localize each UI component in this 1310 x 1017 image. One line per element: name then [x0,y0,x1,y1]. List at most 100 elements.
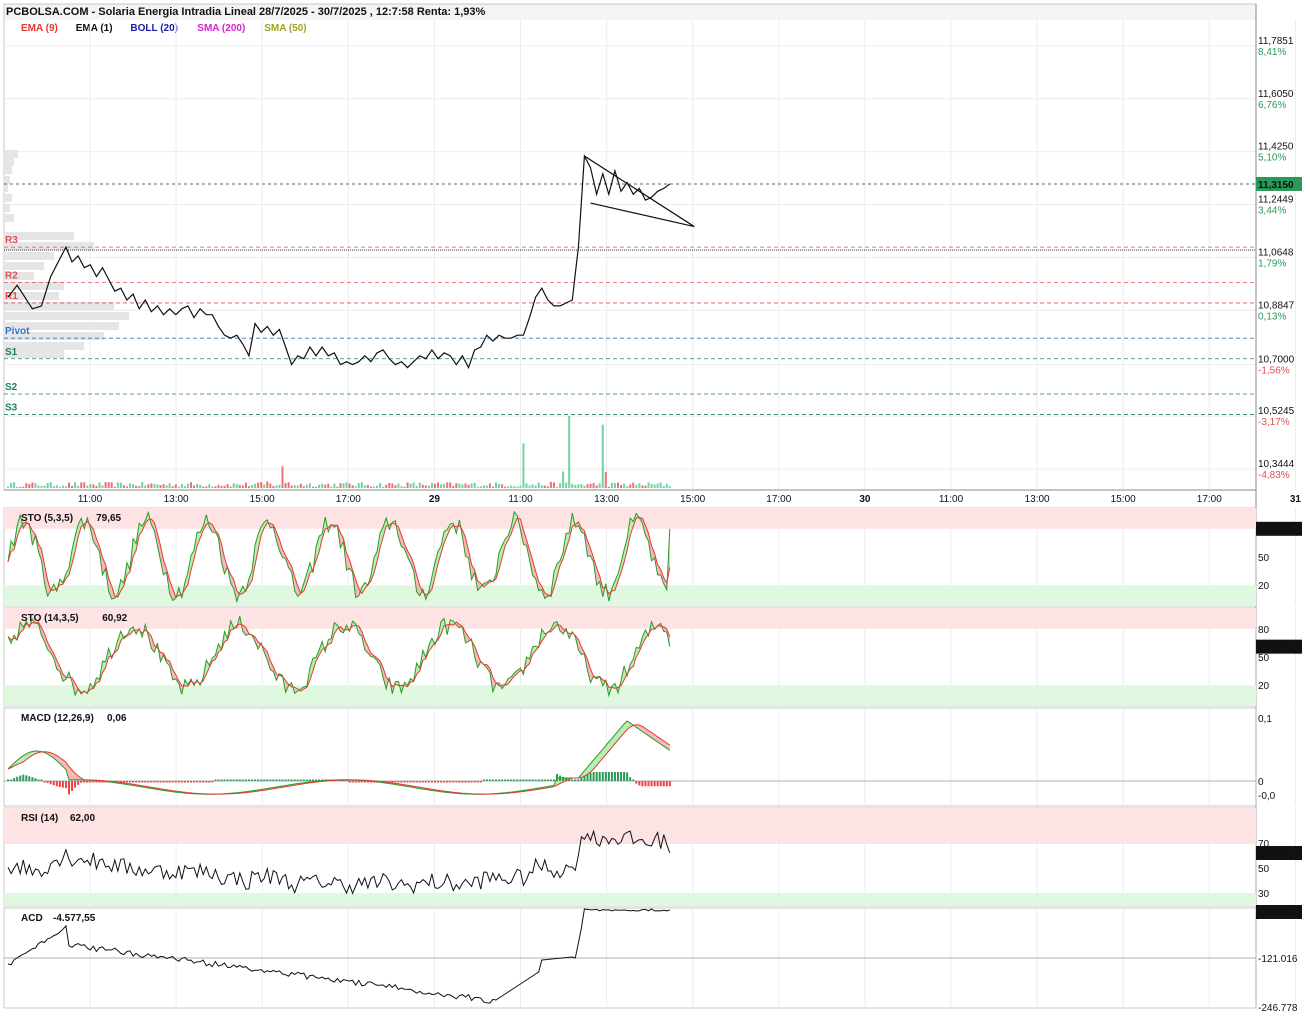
volume-bar [468,485,470,488]
y-axis: 11,78518,41%11,60506,76%11,42505,10%11,2… [1258,36,1295,481]
volume-bar [352,485,354,488]
volume-bar [221,486,223,488]
volume-bar [10,483,12,488]
volume-bar [263,484,265,488]
macd-histogram-bar [538,780,540,782]
x-tick-label: 13:00 [164,494,189,505]
volume-bar [254,484,256,488]
volume-bar [364,485,366,488]
volume-bar [153,484,155,488]
volume-bar [227,484,229,488]
volume-bar [394,485,396,488]
macd-histogram-bar [495,780,497,782]
macd-histogram-bar [425,781,427,783]
macd-histogram-bar [303,780,305,782]
volume-bar [510,486,512,488]
volume-bar [504,487,506,488]
macd-histogram-bar [510,780,512,782]
volume-bar [92,484,94,488]
volume-bar [410,484,412,488]
volume-bar [297,486,299,488]
macd-histogram-bar [504,780,506,782]
macd-histogram-bar [150,781,152,783]
stock-chart[interactable]: PCBOLSA.COM - Solaria Energia Intradia L… [0,0,1310,1012]
volume-bar [300,484,302,488]
level-label: 0,1 [1258,714,1272,725]
volume-bar [617,483,619,488]
x-tick-label: 13:00 [594,494,619,505]
y-tick-pct: 3,44% [1258,206,1286,217]
volume-bar [376,486,378,488]
volume-bar [77,486,79,488]
y-tick-label: 10,5245 [1258,406,1295,417]
volume-bar [483,485,485,488]
volume-bar [574,485,576,488]
y-tick-pct: -3,17% [1258,417,1290,428]
volume-bar [208,484,210,488]
macd-histogram-bar [407,781,409,783]
macd-histogram-bar [428,781,430,783]
volume-bar [638,483,640,488]
volume-bar [388,483,390,488]
volume-bar [114,487,116,488]
legend-item: SMA (50) [264,23,306,34]
volume-bar [303,486,305,488]
y-tick-pct: -4,83% [1258,470,1290,481]
volume-bar [150,483,152,488]
macd-histogram-bar [577,780,579,782]
volume-bar [608,487,610,488]
macd-histogram-bar [25,775,27,781]
volume-bar [199,485,201,488]
volume-bar [230,487,232,488]
volume-bar [480,486,482,488]
volume-bar [532,484,534,488]
macd-histogram-bar [56,781,58,786]
macd-histogram-bar [486,780,488,782]
legend-item: BOLL (20) [130,23,178,34]
macd-histogram-bar [550,780,552,782]
macd-histogram-bar [355,781,357,783]
volume-bar [538,483,540,488]
volume-bar [282,466,284,488]
macd-histogram-bar [516,780,518,782]
y-tick-pct: 1,79% [1258,258,1286,269]
volume-bar [22,487,24,488]
macd-histogram-bar [535,780,537,782]
indicator-label: STO (14,3,5) [21,613,79,624]
macd-histogram-bar [440,781,442,783]
volume-bar [65,486,67,488]
volume-bar [28,484,30,488]
volume-bar [370,487,372,488]
macd-histogram-bar [156,781,158,783]
macd-histogram-bar [62,781,64,788]
macd-histogram-bar [617,772,619,781]
level-label: -121.016 [1258,954,1298,965]
volume-profile-bar [4,150,18,158]
level-label: 50 [1258,653,1270,664]
macd-histogram-bar [526,780,528,782]
volume-bar [248,486,250,488]
macd-histogram-bar [163,781,165,783]
macd-histogram-bar [519,780,521,782]
macd-histogram-bar [47,781,49,783]
macd-histogram-bar [611,772,613,781]
volume-bar [544,486,546,488]
macd-histogram-bar [193,781,195,783]
last-value-text: -4.577,5 [1258,908,1295,919]
volume-bar [31,482,33,488]
last-value-text: 79,652 [1258,525,1289,536]
volume-bar [217,485,219,488]
x-axis: 11:0013:0015:0017:002911:0013:0015:0017:… [4,490,1310,505]
volume-bar [214,486,216,488]
macd-histogram-bar [38,779,40,781]
volume-bar [129,484,131,488]
macd-histogram-bar [361,781,363,783]
volume-bar [559,483,561,488]
volume-bar [202,487,204,488]
volume-bar [593,483,595,488]
macd-histogram-bar [291,780,293,782]
volume-bar [257,483,259,488]
volume-bar [336,487,338,488]
x-tick-label: 11:00 [508,494,533,505]
pivot-label: S3 [5,403,18,414]
